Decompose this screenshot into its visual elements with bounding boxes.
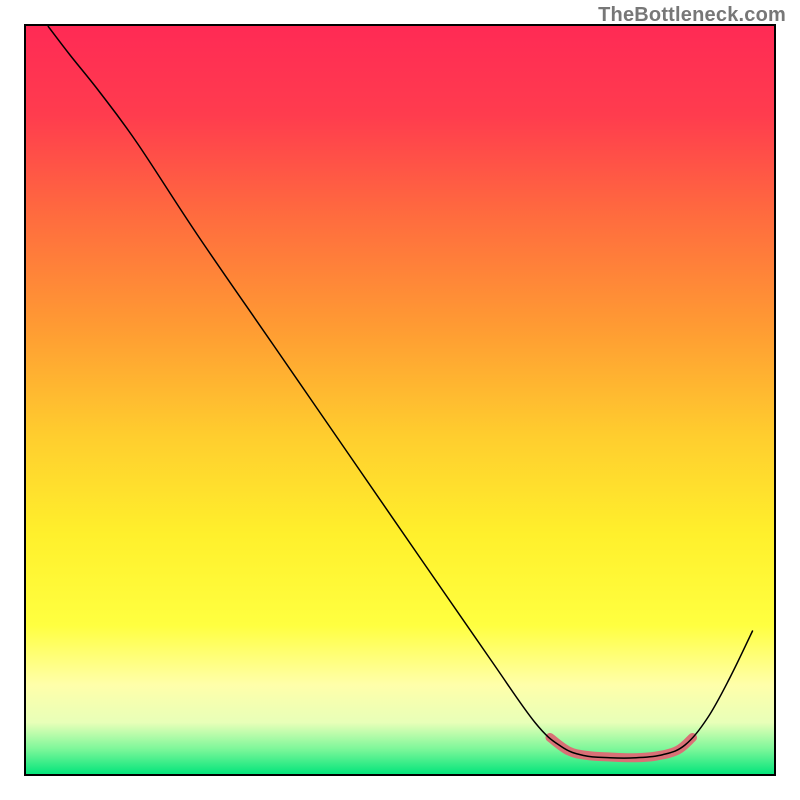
chart-canvas [0,0,800,800]
chart-stage: TheBottleneck.com [0,0,800,800]
watermark-label: TheBottleneck.com [598,4,786,27]
gradient-background [25,25,775,775]
